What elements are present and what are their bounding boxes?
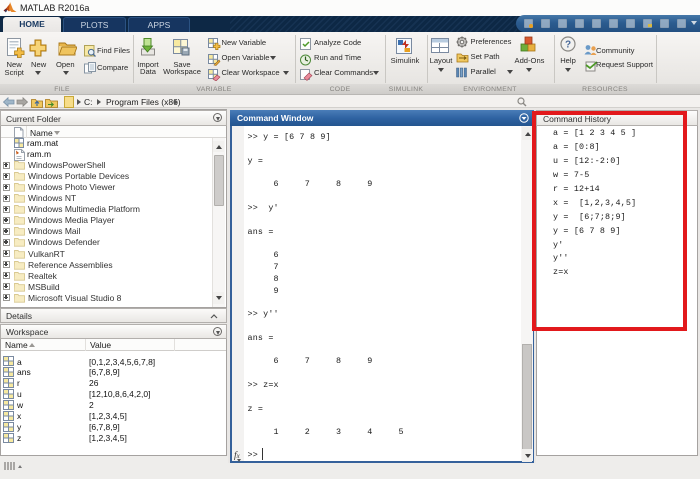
svg-text:?: ?	[565, 40, 571, 51]
